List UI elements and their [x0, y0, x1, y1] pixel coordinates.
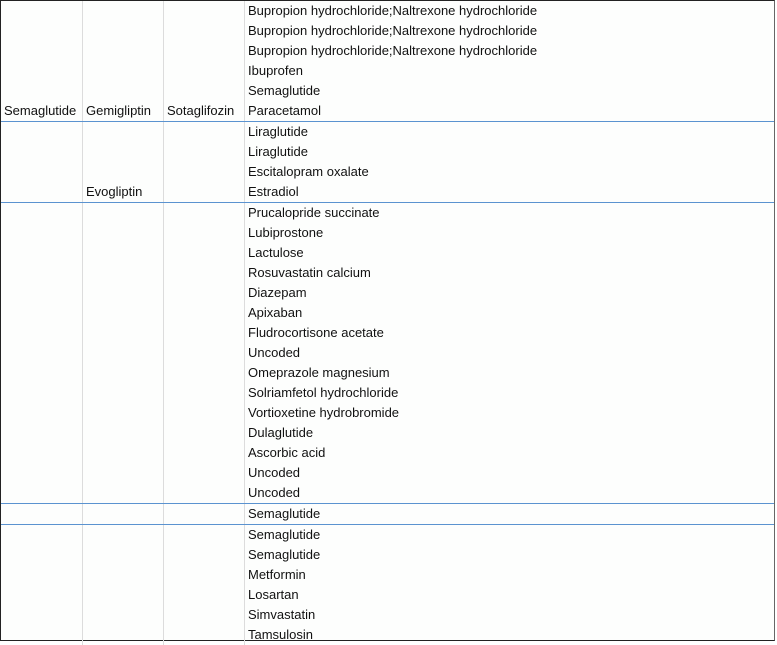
cell-col3[interactable]: Sotaglifozin	[164, 1, 245, 121]
cell-col1[interactable]	[1, 525, 83, 645]
drug-item: Fludrocortisone acetate	[248, 325, 384, 340]
drug-item: Bupropion hydrochloride;Naltrexone hydro…	[248, 3, 538, 18]
cell-text: Gemigliptin	[86, 103, 152, 118]
cell-items[interactable]: Liraglutide Liraglutide Escitalopram oxala…	[245, 122, 774, 202]
drug-item: Semaglutide	[248, 83, 321, 98]
drug-item: Uncoded	[248, 465, 301, 480]
drug-item: Paracetamol	[248, 103, 321, 118]
drug-item: Uncoded	[248, 345, 301, 360]
row-group: Semaglutide	[1, 504, 774, 525]
cell-text	[4, 483, 82, 503]
cell-text: Semaglutide	[4, 103, 77, 118]
cell-text	[4, 182, 82, 202]
row-group: Semaglutide Semaglutide Metformin Losartan S…	[1, 525, 774, 645]
drug-item: Escitalopram oxalate	[248, 164, 369, 179]
cell-text	[86, 483, 163, 503]
cell-items[interactable]: Prucalopride succinate Lubiprostone Lactul…	[245, 203, 774, 503]
cell-col2[interactable]: Gemigliptin	[83, 1, 164, 121]
drug-item: Omeprazole magnesium	[248, 365, 390, 380]
cell-text: Sotaglifozin	[167, 103, 235, 118]
drug-item: Metformin	[248, 567, 306, 582]
drug-item: Lubiprostone	[248, 225, 324, 240]
cell-col3[interactable]	[164, 203, 245, 503]
drug-item: Lactulose	[248, 245, 304, 260]
drug-item: Semaglutide	[248, 506, 321, 521]
spreadsheet-grid: Semaglutide Gemigliptin Sotaglifozin Buprop…	[0, 0, 775, 645]
drug-item: Estradiol	[248, 184, 299, 199]
drug-item: Bupropion hydrochloride;Naltrexone hydro…	[248, 23, 538, 38]
row-group: Prucalopride succinate Lubiprostone Lactul…	[1, 203, 774, 504]
drug-item: Dulaglutide	[248, 425, 314, 440]
cell-col2[interactable]	[83, 203, 164, 503]
cell-col3[interactable]	[164, 504, 245, 524]
drug-item: Prucalopride succinate	[248, 205, 380, 220]
drug-item: Simvastatin	[248, 607, 316, 622]
cell-col1[interactable]	[1, 203, 83, 503]
cell-text	[4, 625, 82, 645]
cell-text	[86, 504, 163, 524]
drug-item: Rosuvastatin calcium	[248, 265, 371, 280]
cell-col2[interactable]	[83, 525, 164, 645]
cell-col3[interactable]	[164, 122, 245, 202]
drug-item: Semaglutide	[248, 547, 321, 562]
drug-item: Liraglutide	[248, 124, 308, 139]
row-group: Evogliptin Liraglutide Liraglutide Escitalo…	[1, 122, 774, 203]
cell-items[interactable]: Semaglutide Semaglutide Metformin Losartan S…	[245, 525, 774, 645]
cell-items[interactable]: Semaglutide	[245, 504, 774, 524]
drug-item: Ascorbic acid	[248, 445, 326, 460]
drug-item: Ibuprofen	[248, 63, 303, 78]
cell-col2[interactable]	[83, 504, 164, 524]
drug-item: Diazepam	[248, 285, 307, 300]
cell-col2[interactable]: Evogliptin	[83, 122, 164, 202]
cell-col3[interactable]	[164, 525, 245, 645]
cell-text	[167, 182, 244, 202]
drug-item: Liraglutide	[248, 144, 308, 159]
drug-item: Solriamfetol hydrochloride	[248, 385, 399, 400]
drug-item: Vortioxetine hydrobromide	[248, 405, 400, 420]
cell-text	[167, 625, 244, 645]
drug-item: Tamsulosin	[248, 627, 314, 642]
cell-text	[167, 504, 244, 524]
cell-text	[4, 504, 82, 524]
cell-text: Evogliptin	[86, 184, 143, 199]
drug-item: Losartan	[248, 587, 299, 602]
cell-items[interactable]: Bupropion hydrochloride;Naltrexone hydro…	[245, 1, 774, 121]
row-group: Semaglutide Gemigliptin Sotaglifozin Buprop…	[1, 1, 774, 122]
drug-item: Uncoded	[248, 485, 301, 500]
drug-item: Apixaban	[248, 305, 303, 320]
drug-item: Semaglutide	[248, 527, 321, 542]
cell-col1[interactable]	[1, 122, 83, 202]
drug-item: Bupropion hydrochloride;Naltrexone hydro…	[248, 43, 538, 58]
cell-col1[interactable]	[1, 504, 83, 524]
cell-text	[167, 483, 244, 503]
cell-col1[interactable]: Semaglutide	[1, 1, 83, 121]
cell-text	[86, 625, 163, 645]
